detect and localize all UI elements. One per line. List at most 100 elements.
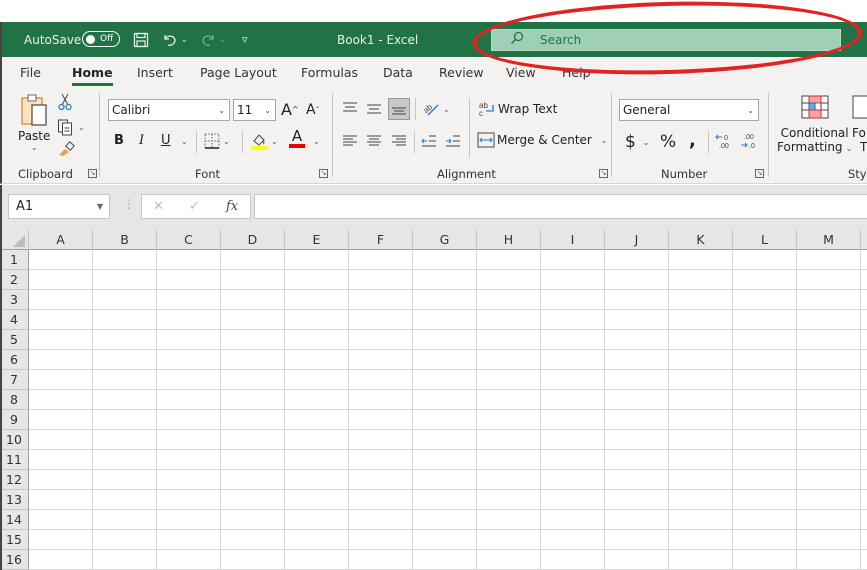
alignment-launcher-icon[interactable]: ↘ bbox=[599, 169, 608, 178]
fill-color-dropdown-icon[interactable]: ⌄ bbox=[271, 137, 278, 146]
bold-button[interactable]: B bbox=[114, 133, 124, 148]
borders-icon[interactable]: ⌄ bbox=[204, 133, 230, 149]
row-header[interactable]: 8 bbox=[2, 390, 29, 410]
clipboard-launcher-icon[interactable]: ↘ bbox=[88, 169, 97, 178]
row-header[interactable]: 2 bbox=[2, 270, 29, 290]
row-header[interactable]: 3 bbox=[2, 290, 29, 310]
formula-bar-grip-icon[interactable]: ⋮ bbox=[123, 197, 135, 211]
column-header[interactable]: L bbox=[733, 230, 797, 250]
row-header[interactable]: 10 bbox=[2, 430, 29, 450]
cancel-icon[interactable]: ✕ bbox=[153, 199, 164, 214]
undo-icon[interactable]: ⌄ bbox=[162, 22, 188, 57]
select-all-button[interactable] bbox=[2, 230, 29, 250]
top-align-icon[interactable] bbox=[342, 101, 358, 115]
tab-file[interactable]: File bbox=[20, 65, 41, 80]
wrap-text-button[interactable]: ab c Wrap Text bbox=[478, 100, 557, 118]
tab-data[interactable]: Data bbox=[383, 65, 413, 80]
merge-center-button[interactable]: Merge & Center ⌄ bbox=[477, 132, 608, 148]
row-header[interactable]: 12 bbox=[2, 470, 29, 490]
column-header[interactable]: F bbox=[349, 230, 413, 250]
column-header[interactable]: K bbox=[669, 230, 733, 250]
underline-button[interactable]: U bbox=[161, 133, 171, 148]
undo-dropdown-icon[interactable]: ⌄ bbox=[181, 35, 188, 44]
paste-button[interactable]: Paste ⌄ bbox=[18, 93, 50, 152]
merge-center-dropdown-icon[interactable]: ⌄ bbox=[601, 136, 608, 145]
format-painter-icon[interactable] bbox=[57, 141, 75, 157]
column-header[interactable]: C bbox=[157, 230, 221, 250]
font-launcher-icon[interactable]: ↘ bbox=[319, 169, 328, 178]
font-color-dropdown-icon[interactable]: ⌄ bbox=[313, 137, 320, 146]
align-center-icon[interactable] bbox=[366, 134, 382, 148]
decrease-decimal-icon[interactable]: .00.0 bbox=[740, 132, 758, 150]
align-right-icon[interactable] bbox=[391, 134, 407, 148]
align-left-icon[interactable] bbox=[342, 134, 358, 148]
increase-font-size-button[interactable]: A ^ bbox=[281, 100, 299, 119]
tab-review[interactable]: Review bbox=[439, 65, 484, 80]
number-launcher-icon[interactable]: ↘ bbox=[755, 169, 764, 178]
cell-area[interactable] bbox=[29, 250, 867, 570]
row-header[interactable]: 11 bbox=[2, 450, 29, 470]
row-header[interactable]: 7 bbox=[2, 370, 29, 390]
italic-button[interactable]: I bbox=[139, 133, 144, 148]
row-header[interactable]: 15 bbox=[2, 530, 29, 550]
borders-dropdown-icon[interactable]: ⌄ bbox=[223, 137, 230, 146]
row-header[interactable]: 4 bbox=[2, 310, 29, 330]
font-color-button[interactable]: A bbox=[289, 129, 305, 148]
tab-insert[interactable]: Insert bbox=[137, 65, 173, 80]
copy-dropdown-icon[interactable]: ⌄ bbox=[78, 123, 85, 132]
row-header[interactable]: 16 bbox=[2, 550, 29, 570]
name-box-dropdown-icon[interactable]: ▼ bbox=[97, 202, 103, 211]
tab-formulas[interactable]: Formulas bbox=[301, 65, 358, 80]
enter-icon[interactable]: ✓ bbox=[189, 199, 200, 214]
number-format-dropdown[interactable]: General ⌄ bbox=[619, 99, 759, 121]
conditional-formatting-button[interactable]: Conditional Formatting ⌄ bbox=[777, 95, 852, 154]
decrease-font-size-button[interactable]: Aˇ bbox=[306, 102, 320, 118]
insert-function-icon[interactable]: fx bbox=[226, 199, 238, 214]
column-header[interactable]: M bbox=[797, 230, 861, 250]
orientation-icon[interactable]: ab ⌄ bbox=[422, 100, 450, 118]
tab-home[interactable]: Home bbox=[72, 65, 113, 86]
column-header[interactable]: G bbox=[413, 230, 477, 250]
formula-input[interactable] bbox=[254, 194, 867, 219]
row-header[interactable]: 14 bbox=[2, 510, 29, 530]
increase-indent-icon[interactable] bbox=[445, 134, 461, 148]
row-header[interactable]: 13 bbox=[2, 490, 29, 510]
column-header[interactable]: D bbox=[221, 230, 285, 250]
font-size-dropdown[interactable]: 11 ⌄ bbox=[233, 99, 276, 121]
name-box[interactable]: A1 ▼ bbox=[8, 194, 110, 219]
column-header[interactable]: I bbox=[541, 230, 605, 250]
middle-align-icon[interactable] bbox=[366, 101, 382, 115]
tab-view[interactable]: View bbox=[506, 65, 536, 80]
orientation-dropdown-icon[interactable]: ⌄ bbox=[443, 105, 450, 114]
font-name-dropdown[interactable]: Calibri ⌄ bbox=[108, 99, 230, 121]
column-header[interactable]: E bbox=[285, 230, 349, 250]
row-header[interactable]: 9 bbox=[2, 410, 29, 430]
currency-dropdown-icon[interactable]: ⌄ bbox=[643, 138, 650, 147]
search-box[interactable]: Search bbox=[491, 29, 841, 51]
tab-help[interactable]: Help bbox=[562, 65, 591, 80]
redo-dropdown-icon[interactable]: ⌄ bbox=[219, 35, 226, 44]
column-header[interactable]: B bbox=[93, 230, 157, 250]
row-header[interactable]: 5 bbox=[2, 330, 29, 350]
copy-icon[interactable]: ⌄ bbox=[57, 118, 85, 136]
bottom-align-button[interactable] bbox=[388, 98, 410, 120]
row-header[interactable]: 1 bbox=[2, 250, 29, 270]
paste-dropdown-icon[interactable]: ⌄ bbox=[31, 143, 38, 152]
column-header[interactable]: J bbox=[605, 230, 669, 250]
decrease-indent-icon[interactable] bbox=[421, 134, 437, 148]
increase-decimal-icon[interactable]: 0.00 bbox=[715, 132, 733, 150]
tab-page-layout[interactable]: Page Layout bbox=[200, 65, 277, 80]
row-header[interactable]: 6 bbox=[2, 350, 29, 370]
redo-icon[interactable]: ⌄ bbox=[200, 22, 226, 57]
cut-icon[interactable] bbox=[57, 93, 73, 111]
column-header[interactable]: A bbox=[29, 230, 93, 250]
autosave-toggle[interactable]: Off bbox=[82, 31, 120, 47]
percent-button[interactable]: % bbox=[660, 132, 676, 152]
column-header[interactable]: H bbox=[477, 230, 541, 250]
save-icon[interactable] bbox=[133, 22, 149, 57]
format-as-table-button[interactable]: Fo T bbox=[852, 95, 867, 154]
fill-color-icon[interactable]: ⌄ bbox=[250, 131, 278, 151]
currency-button[interactable]: $ ⌄ bbox=[625, 132, 650, 152]
underline-dropdown-icon[interactable]: ⌄ bbox=[181, 137, 188, 146]
comma-style-button[interactable]: , bbox=[689, 130, 696, 151]
